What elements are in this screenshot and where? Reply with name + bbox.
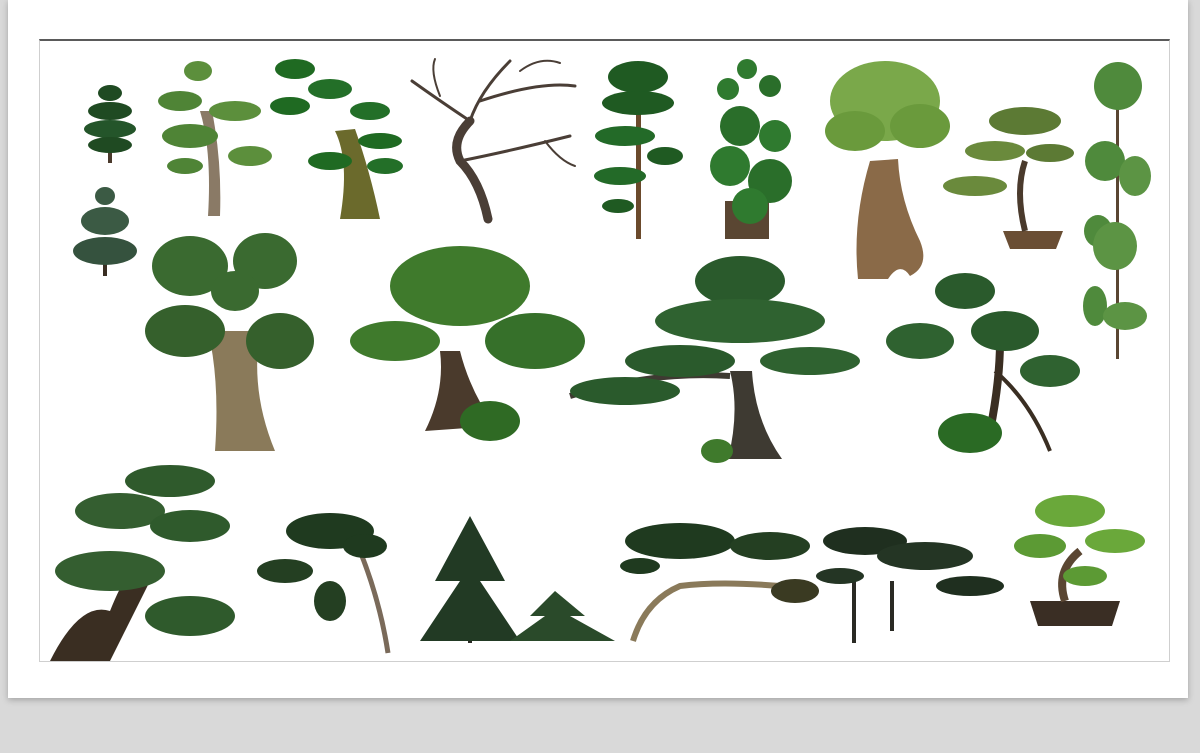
- spreading-pine-icon: [569, 256, 860, 463]
- pom-pom-pine-icon: [158, 61, 272, 216]
- black-pine-icon: [50, 465, 235, 661]
- twin-trunk-tree-icon: [825, 61, 950, 279]
- small-conifer-icon: [73, 187, 137, 276]
- cloud-pruned-tree-icon: [270, 59, 403, 219]
- tall-pom-pom-icon: [1083, 62, 1151, 359]
- trees-illustration: [50, 58, 1151, 661]
- small-conifer-icon: [84, 85, 136, 163]
- potted-bonsai-icon: [943, 107, 1074, 249]
- tree-catalog-canvas: [39, 39, 1170, 662]
- potted-pine-bonsai-icon: [1014, 495, 1145, 626]
- paper-sheet: [8, 0, 1188, 698]
- flat-top-pine-icon: [620, 523, 819, 642]
- leaning-pine-icon: [257, 513, 391, 654]
- clustered-topiary-icon: [710, 59, 792, 239]
- umbrella-pine-icon: [816, 527, 1004, 643]
- broadleaf-tree-icon: [145, 233, 314, 451]
- bare-tree-icon: [410, 58, 577, 224]
- large-bonsai-tree-icon: [350, 246, 585, 441]
- layered-topiary-icon: [594, 61, 683, 239]
- fir-silhouette-icon: [420, 516, 615, 643]
- root-over-rock-pine-icon: [886, 273, 1080, 453]
